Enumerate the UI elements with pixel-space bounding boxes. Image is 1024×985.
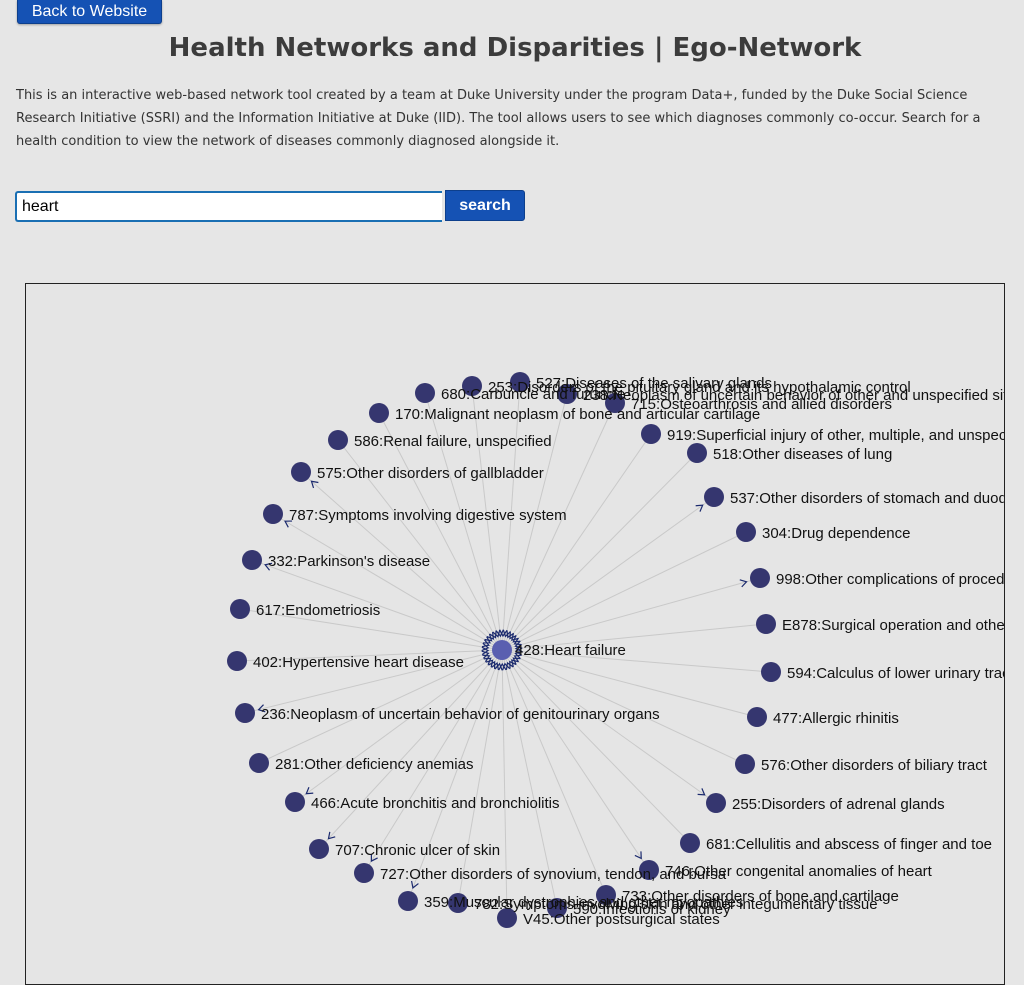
network-node[interactable] <box>369 403 389 423</box>
network-node[interactable] <box>291 462 311 482</box>
network-panel[interactable]: 527:Diseases of the salivary glands 253:D… <box>25 283 1005 985</box>
network-node[interactable] <box>641 424 661 444</box>
network-edge <box>501 577 761 651</box>
network-node[interactable] <box>756 614 776 634</box>
network-node-label: 681:Cellulitis and abscess of finger and… <box>706 836 992 853</box>
network-node[interactable] <box>415 383 435 403</box>
search-input[interactable] <box>15 191 442 222</box>
edge-arrowhead <box>695 504 704 512</box>
network-node[interactable] <box>328 430 348 450</box>
back-to-website-button[interactable]: Back to Website <box>17 0 162 24</box>
network-node-label: 518:Other diseases of lung <box>713 446 892 463</box>
network-node-label: 919:Superficial injury of other, multipl… <box>667 427 1004 444</box>
network-node-label: 787:Symptoms involving digestive system <box>289 507 567 524</box>
network-node[interactable] <box>242 550 262 570</box>
network-edge <box>294 649 503 803</box>
network-node-label: 170:Malignant neoplasm of bone and artic… <box>395 406 760 423</box>
network-node-label: 617:Endometriosis <box>256 602 380 619</box>
network-node[interactable] <box>735 754 755 774</box>
network-node[interactable] <box>227 651 247 671</box>
edge-arrowhead <box>697 788 706 796</box>
network-node[interactable] <box>309 839 329 859</box>
ego-network-graph[interactable]: 527:Diseases of the salivary glands253:D… <box>26 284 1004 984</box>
network-node[interactable] <box>687 443 707 463</box>
network-node[interactable] <box>354 863 374 883</box>
network-node[interactable] <box>230 599 250 619</box>
network-node[interactable] <box>263 504 283 524</box>
network-node-label: 332:Parkinson's disease <box>268 553 430 570</box>
network-node[interactable] <box>761 662 781 682</box>
network-edge <box>318 649 503 850</box>
network-node[interactable] <box>704 487 724 507</box>
network-node-label: 255:Disorders of adrenal glands <box>732 796 945 813</box>
network-node-label: 575:Other disorders of gallbladder <box>317 465 544 482</box>
network-node-label: 466:Acute bronchitis and bronchiolitis <box>311 795 559 812</box>
network-edge <box>501 531 747 651</box>
edge-arrowhead <box>634 851 642 860</box>
network-node-label: 707:Chronic ulcer of skin <box>335 842 500 859</box>
center-node-label: 428:Heart failure <box>515 642 626 659</box>
network-node[interactable] <box>285 792 305 812</box>
network-node[interactable] <box>706 793 726 813</box>
network-node[interactable] <box>235 703 255 723</box>
network-node-label: 537:Other disorders of stomach and duode… <box>730 490 1004 507</box>
network-node[interactable] <box>750 568 770 588</box>
network-edge <box>501 452 698 651</box>
network-node-label: V45:Other postsurgical states <box>523 911 720 928</box>
network-node-label: 236:Neoplasm of uncertain behavior of ge… <box>261 706 660 723</box>
network-node-label: 281:Other deficiency anemias <box>275 756 473 773</box>
intro-text: This is an interactive web-based network… <box>16 88 981 149</box>
network-node-label: 477:Allergic rhinitis <box>773 710 899 727</box>
network-node-label: 998:Other complications of procedures <box>776 571 1004 588</box>
network-node-label: 594:Calculus of lower urinary tract <box>787 665 1004 682</box>
network-node-label: 586:Renal failure, unspecified <box>354 433 552 450</box>
network-node-label: 402:Hypertensive heart disease <box>253 654 464 671</box>
network-node[interactable] <box>736 522 756 542</box>
center-node[interactable] <box>492 640 512 660</box>
page-title: Health Networks and Disparities | Ego-Ne… <box>168 33 862 63</box>
network-node-label: 304:Drug dependence <box>762 525 910 542</box>
search-button[interactable]: search <box>445 190 525 221</box>
network-node[interactable] <box>680 833 700 853</box>
network-edge <box>501 649 691 844</box>
network-node-label: 576:Other disorders of biliary tract <box>761 757 988 774</box>
network-node-label: E878:Surgical operation and other surgic… <box>782 617 1004 634</box>
network-node[interactable] <box>747 707 767 727</box>
network-node-label: 746:Other congenital anomalies of heart <box>665 863 933 880</box>
network-node[interactable] <box>398 891 418 911</box>
network-node[interactable] <box>249 753 269 773</box>
